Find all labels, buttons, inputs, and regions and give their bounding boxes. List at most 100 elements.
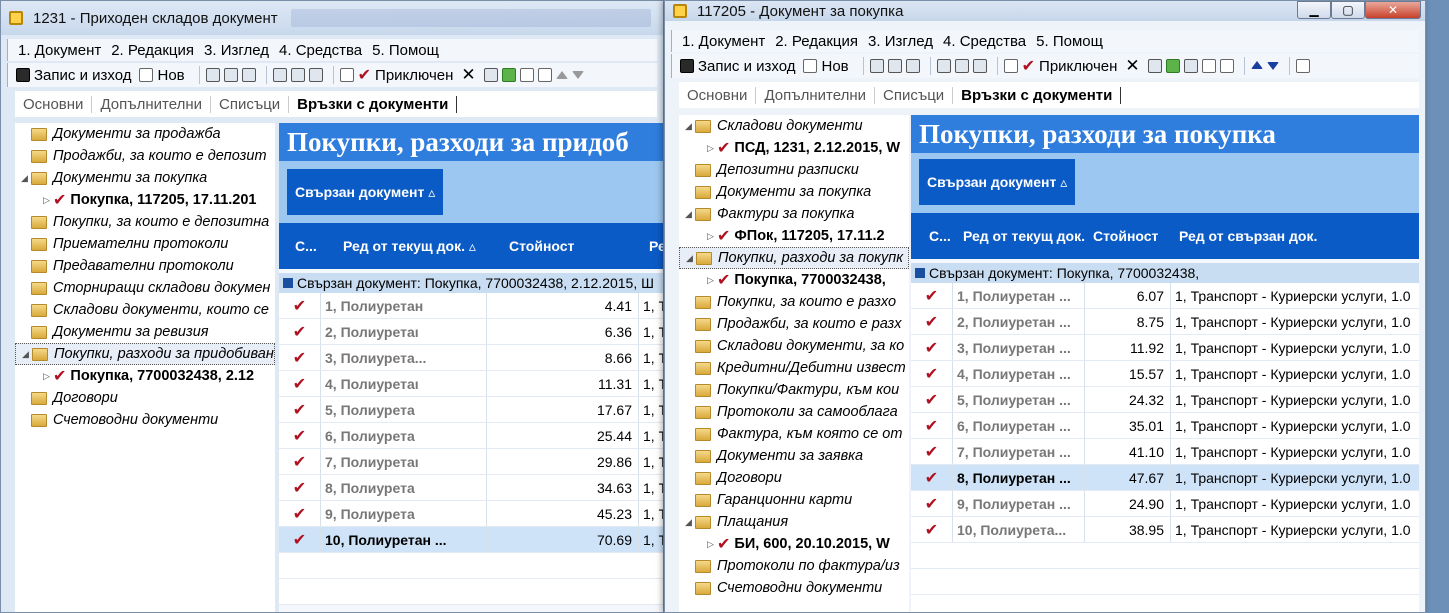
tree-child-item[interactable]: ▷ ✔ БИ, 600, 20.10.2015, W bbox=[679, 533, 909, 555]
menu-document[interactable]: 1. Документ bbox=[18, 42, 101, 59]
table-row[interactable]: ✔ 10, Полиурета... 38.95 1, Транспорт - Кур… bbox=[911, 517, 1419, 543]
window-warehouse-receipt[interactable]: 1231 - Приходен складов документ 1. Доку… bbox=[0, 0, 664, 613]
tree-folder-item[interactable]: Покупки/Фактури, към кои bbox=[679, 379, 909, 401]
cut-icon[interactable] bbox=[869, 59, 884, 73]
col-ref[interactable]: Ре bbox=[639, 238, 663, 254]
save-and-exit-button[interactable]: Запис и изход bbox=[16, 67, 131, 84]
group-row[interactable]: Свързан документ: Покупка, 7700032438, 2… bbox=[279, 273, 663, 293]
row-check-icon[interactable]: ✔ bbox=[279, 527, 321, 552]
row-check-icon[interactable]: ✔ bbox=[279, 449, 321, 474]
duplicate-doc-icon[interactable] bbox=[1219, 59, 1234, 73]
tree-folder-item[interactable]: ◢ Покупки, разходи за покупк bbox=[679, 247, 909, 269]
tree-folder-item[interactable]: Продажби, за които е депозит bbox=[15, 145, 275, 167]
tree-folder-item[interactable]: Протоколи по фактура/из bbox=[679, 555, 909, 577]
row-check-icon[interactable]: ✔ bbox=[911, 309, 953, 334]
expand-icon[interactable]: ▷ bbox=[43, 195, 53, 206]
edit-icon[interactable] bbox=[339, 68, 354, 82]
tree-folder-item[interactable]: ◢ Складови документи bbox=[679, 115, 909, 137]
expand-icon[interactable]: ▷ bbox=[43, 371, 53, 382]
table-row[interactable]: ✔ 8, Полиуретан ... 47.67 1, Транспорт - Ку… bbox=[911, 465, 1419, 491]
tree-folder-item[interactable]: Протоколи за самооблага bbox=[679, 401, 909, 423]
col-value[interactable]: Стойност bbox=[1085, 228, 1169, 244]
help-icon[interactable] bbox=[1295, 59, 1310, 73]
expand-icon[interactable]: ▷ bbox=[707, 539, 717, 550]
table-row[interactable]: ✔9, Полиурета45.231, Т bbox=[279, 501, 663, 527]
tree-folder-item[interactable]: Документи за покупка bbox=[679, 181, 909, 203]
cut-icon[interactable] bbox=[205, 68, 220, 82]
table-row[interactable]: ✔2, Полиуретаı6.361, Т bbox=[279, 319, 663, 345]
paste-icon[interactable] bbox=[905, 59, 920, 73]
tab-additional[interactable]: Допълнителни bbox=[92, 95, 211, 113]
table-row[interactable]: ✔5, Полиурета17.671, Т bbox=[279, 397, 663, 423]
menu-tools[interactable]: 4. Средства bbox=[943, 33, 1026, 50]
copy-icon[interactable] bbox=[887, 59, 902, 73]
collapse-icon[interactable]: ◢ bbox=[686, 253, 696, 264]
duplicate-doc-icon[interactable] bbox=[537, 68, 552, 82]
minimize-icon[interactable]: ▁ bbox=[1297, 1, 1331, 19]
copy-icon[interactable] bbox=[223, 68, 238, 82]
tree-child-item[interactable]: ▷ ✔ Покупка, 117205, 17.11.201 bbox=[15, 189, 275, 211]
new-button[interactable]: Нов bbox=[139, 67, 185, 84]
menu-edit[interactable]: 2. Редакция bbox=[775, 33, 858, 50]
table-row[interactable]: ✔3, Полиурета...8.661, Т bbox=[279, 345, 663, 371]
export-icon[interactable] bbox=[308, 68, 323, 82]
links-tree[interactable]: ◢ Складови документи ▷ ✔ ПСД, 1231, 2.12.201… bbox=[679, 115, 909, 612]
collapse-icon[interactable] bbox=[283, 278, 293, 288]
tree-folder-item[interactable]: Приемателни протоколи bbox=[15, 233, 275, 255]
table-row[interactable]: ✔ 6, Полиуретан ... 35.01 1, Транспорт - Ку… bbox=[911, 413, 1419, 439]
closed-toggle[interactable]: ✔ Приключен bbox=[1022, 56, 1118, 76]
table-row[interactable]: ✔ 9, Полиуретан ... 24.90 1, Транспорт - Ку… bbox=[911, 491, 1419, 517]
menu-help[interactable]: 5. Помощ bbox=[1036, 33, 1103, 50]
tree-folder-item[interactable]: Счетоводни документи bbox=[15, 409, 275, 431]
tree-folder-item[interactable]: Продажби, за които е разх bbox=[679, 313, 909, 335]
tree-folder-item[interactable]: ◢ Документи за покупка bbox=[15, 167, 275, 189]
row-check-icon[interactable]: ✔ bbox=[911, 361, 953, 386]
tree-folder-item[interactable]: ◢ Фактури за покупка bbox=[679, 203, 909, 225]
tree-folder-item[interactable]: Депозитни разписки bbox=[679, 159, 909, 181]
refresh-icon[interactable] bbox=[1165, 59, 1180, 73]
table-row[interactable]: ✔ 1, Полиуретан ... 6.07 1, Транспорт - Кур… bbox=[911, 283, 1419, 309]
close-x-icon[interactable]: ✕ bbox=[461, 65, 475, 85]
title-bar[interactable]: 117205 - Документ за покупка ▁ ▢ ✕ bbox=[665, 1, 1425, 21]
close-x-icon[interactable]: ✕ bbox=[1125, 56, 1139, 76]
table-row[interactable]: ✔1, Полиуретан4.411, Т bbox=[279, 293, 663, 319]
calculator-icon[interactable] bbox=[1147, 59, 1162, 73]
row-check-icon[interactable]: ✔ bbox=[279, 345, 321, 370]
print-icon[interactable] bbox=[936, 59, 951, 73]
table-row[interactable]: ✔7, Полиуретаı29.861, Т bbox=[279, 449, 663, 475]
export-icon[interactable] bbox=[972, 59, 987, 73]
tab-additional[interactable]: Допълнителни bbox=[756, 86, 875, 104]
collapse-icon[interactable]: ◢ bbox=[21, 173, 31, 184]
collapse-icon[interactable]: ◢ bbox=[685, 209, 695, 220]
edit-icon[interactable] bbox=[1003, 59, 1018, 73]
row-check-icon[interactable]: ✔ bbox=[911, 465, 953, 490]
disabled-icon[interactable] bbox=[1183, 59, 1198, 73]
tree-folder-item[interactable]: Документи за ревизия bbox=[15, 321, 275, 343]
calculator-icon[interactable] bbox=[483, 68, 498, 82]
table-row[interactable]: ✔ 5, Полиуретан ... 24.32 1, Транспорт - Ку… bbox=[911, 387, 1419, 413]
tree-folder-item[interactable]: ◢ Плащания bbox=[679, 511, 909, 533]
expand-icon[interactable]: ▷ bbox=[707, 231, 717, 242]
tree-folder-item[interactable]: Предавателни протоколи bbox=[15, 255, 275, 277]
collapse-icon[interactable]: ◢ bbox=[685, 121, 695, 132]
menu-view[interactable]: 3. Изглед bbox=[868, 33, 933, 50]
close-icon[interactable]: ✕ bbox=[1365, 1, 1421, 19]
tree-child-item[interactable]: ▷ ✔ ФПок, 117205, 17.11.2 bbox=[679, 225, 909, 247]
tree-folder-item[interactable]: Документи за заявка bbox=[679, 445, 909, 467]
tree-child-item[interactable]: ▷ ✔ Покупка, 7700032438, 2.12 bbox=[15, 365, 275, 387]
group-chip-linked-document[interactable]: Свързан документ ▵ bbox=[919, 159, 1076, 205]
tree-folder-item[interactable]: Покупки, за които е депозитна bbox=[15, 211, 275, 233]
refresh-icon[interactable] bbox=[501, 68, 516, 82]
tab-lists[interactable]: Списъци bbox=[211, 95, 290, 113]
row-check-icon[interactable]: ✔ bbox=[911, 439, 953, 464]
copy-doc-icon[interactable] bbox=[1201, 59, 1216, 73]
col-value[interactable]: Стойност bbox=[487, 238, 639, 254]
tree-folder-item[interactable]: Покупки, за които е разхо bbox=[679, 291, 909, 313]
preview-icon[interactable] bbox=[954, 59, 969, 73]
row-check-icon[interactable]: ✔ bbox=[911, 283, 953, 308]
title-bar[interactable]: 1231 - Приходен складов документ bbox=[1, 1, 663, 35]
col-current-line[interactable]: Ред от текущ док. ▵ bbox=[321, 238, 487, 255]
tab-document-links[interactable]: Връзки с документи bbox=[289, 95, 458, 113]
closed-toggle[interactable]: ✔ Приключен bbox=[358, 65, 454, 85]
row-check-icon[interactable]: ✔ bbox=[279, 501, 321, 526]
